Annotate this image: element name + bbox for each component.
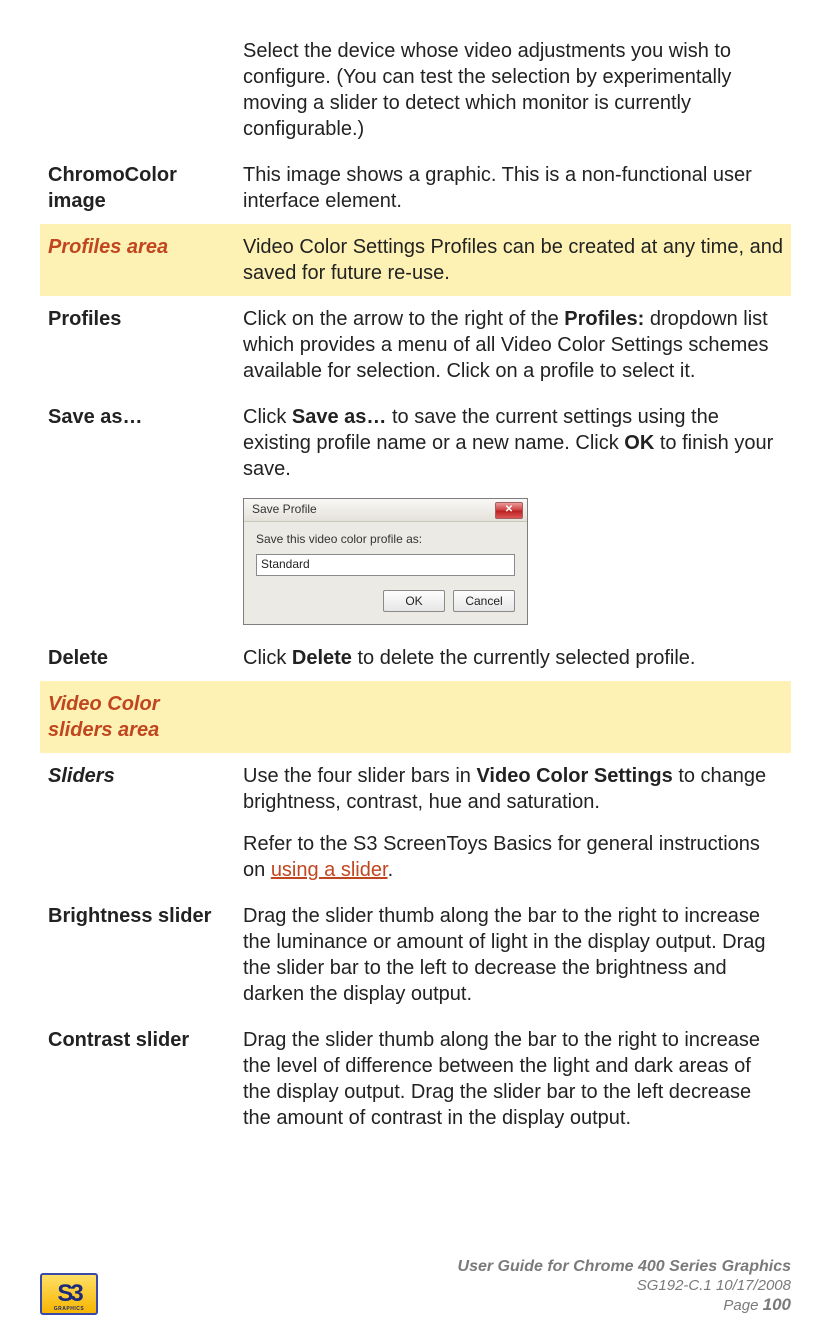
term-cell: Delete — [40, 635, 235, 681]
bold-text: Save as… — [292, 406, 387, 428]
section-row-video-color-sliders: Video Color sliders area — [40, 681, 791, 753]
term-cell: Contrast slider — [40, 1017, 235, 1141]
definition-table: Select the device whose video adjustment… — [40, 28, 791, 1141]
term-cell: Profiles — [40, 296, 235, 394]
table-row: Brightness slider Drag the slider thumb … — [40, 893, 791, 1017]
dialog-button-row: OK Cancel — [256, 590, 515, 612]
desc-cell: Drag the slider thumb along the bar to t… — [235, 1017, 791, 1141]
desc-cell: Drag the slider thumb along the bar to t… — [235, 893, 791, 1017]
bold-text: Delete — [292, 647, 352, 669]
footer-title: User Guide for Chrome 400 Series Graphic… — [98, 1257, 791, 1276]
table-row: Sliders Use the four slider bars in Vide… — [40, 753, 791, 893]
desc-cell: This image shows a graphic. This is a no… — [235, 152, 791, 224]
document-page: Select the device whose video adjustment… — [0, 0, 831, 1335]
desc-cell: Click on the arrow to the right of the P… — [235, 296, 791, 394]
text: Click — [243, 647, 292, 669]
footer-text-block: User Guide for Chrome 400 Series Graphic… — [98, 1257, 791, 1315]
table-row: Save as… Click Save as… to save the curr… — [40, 394, 791, 635]
term-cell: Brightness slider — [40, 893, 235, 1017]
table-row: Delete Click Delete to delete the curren… — [40, 635, 791, 681]
footer-meta: SG192-C.1 10/17/2008 — [98, 1277, 791, 1295]
logo-subtext: GRAPHICS — [54, 1306, 84, 1312]
desc-cell: Click Delete to delete the currently sel… — [235, 635, 791, 681]
desc-cell: Select the device whose video adjustment… — [235, 28, 791, 152]
desc-cell: Video Color Settings Profiles can be cre… — [235, 224, 791, 296]
close-icon[interactable]: ✕ — [495, 502, 523, 519]
desc-cell: Click Save as… to save the current setti… — [235, 394, 791, 635]
desc-cell — [235, 681, 791, 753]
dialog-titlebar: Save Profile ✕ — [244, 499, 527, 522]
text: Click — [243, 406, 292, 428]
text: Click on the arrow to the right of the — [243, 308, 564, 330]
term-cell: Save as… — [40, 394, 235, 635]
profile-name-input[interactable]: Standard — [256, 554, 515, 576]
save-profile-dialog: Save Profile ✕ Save this video color pro… — [243, 498, 528, 625]
footer-page-label: Page — [723, 1297, 762, 1314]
table-row: ChromoColor image This image shows a gra… — [40, 152, 791, 224]
cancel-button[interactable]: Cancel — [453, 590, 515, 612]
page-footer: S3 GRAPHICS User Guide for Chrome 400 Se… — [40, 1257, 791, 1315]
dialog-title: Save Profile — [252, 502, 495, 518]
text: . — [388, 859, 394, 881]
term-cell: Sliders — [40, 753, 235, 893]
dialog-body: Save this video color profile as: Standa… — [244, 522, 527, 624]
ok-button[interactable]: OK — [383, 590, 445, 612]
term-cell: ChromoColor image — [40, 152, 235, 224]
footer-page-number: 100 — [763, 1295, 791, 1314]
text: Use the four slider bars in — [243, 765, 476, 787]
table-row: Profiles Click on the arrow to the right… — [40, 296, 791, 394]
section-row-profiles-area: Profiles area Video Color Settings Profi… — [40, 224, 791, 296]
bold-text: Video Color Settings — [476, 765, 672, 787]
using-a-slider-link[interactable]: using a slider — [271, 859, 388, 881]
logo-text: S3 — [57, 1280, 80, 1308]
table-row: Select the device whose video adjustment… — [40, 28, 791, 152]
bold-text: Profiles: — [564, 308, 644, 330]
dialog-label: Save this video color profile as: — [256, 532, 515, 548]
desc-cell: Use the four slider bars in Video Color … — [235, 753, 791, 893]
table-row: Contrast slider Drag the slider thumb al… — [40, 1017, 791, 1141]
term-cell — [40, 28, 235, 152]
term-cell: Video Color sliders area — [40, 681, 235, 753]
term-cell: Profiles area — [40, 224, 235, 296]
s3-logo: S3 GRAPHICS — [40, 1273, 98, 1315]
bold-text: OK — [624, 432, 654, 454]
text: to delete the currently selected profile… — [352, 647, 696, 669]
